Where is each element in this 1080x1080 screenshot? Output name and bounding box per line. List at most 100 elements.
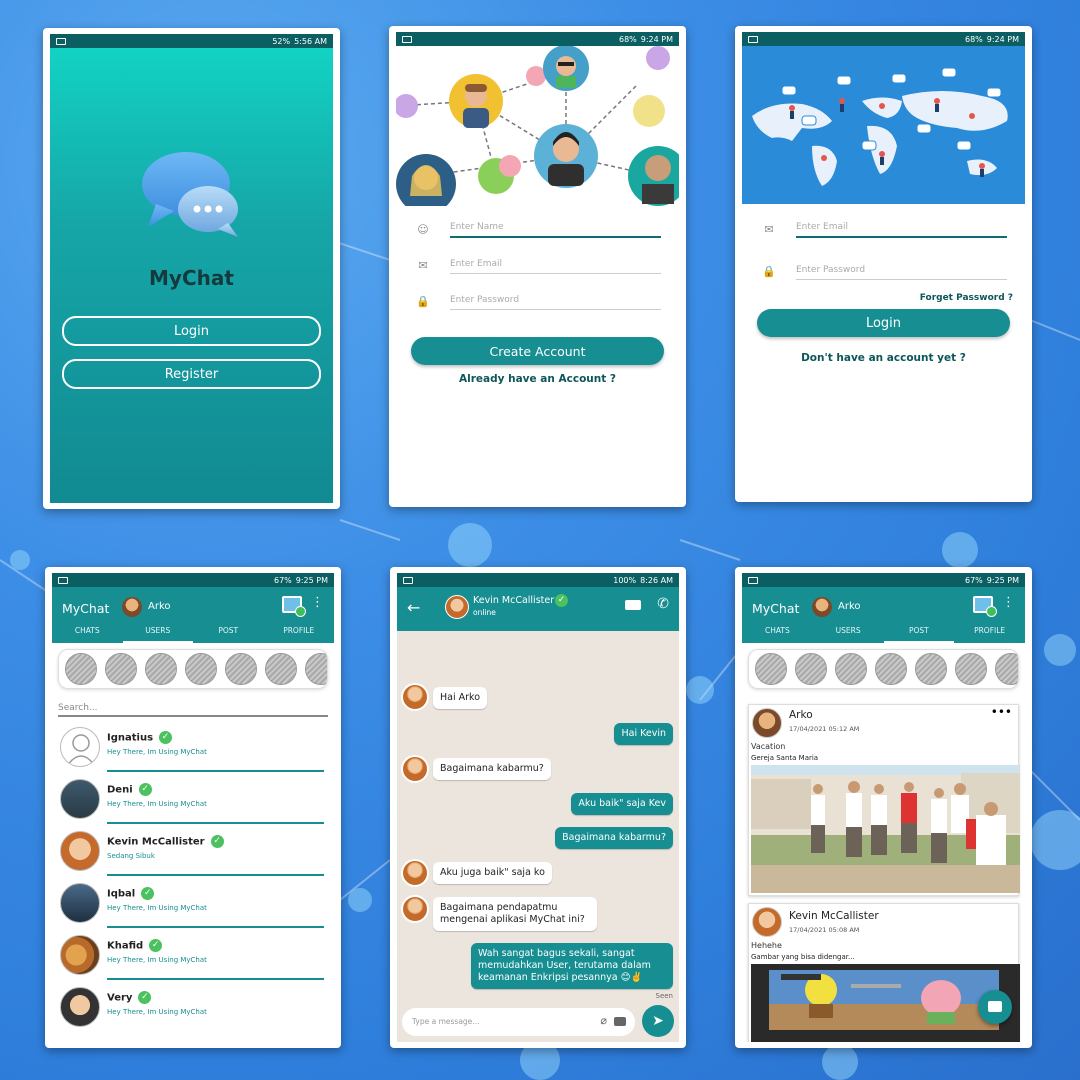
post-title: Hehehe — [751, 941, 782, 950]
more-vert-icon[interactable]: ⋮ — [311, 596, 324, 609]
tab-profile[interactable]: PROFILE — [954, 619, 1025, 643]
more-vert-icon[interactable]: ⋮ — [1002, 596, 1015, 609]
camera-icon[interactable] — [614, 1017, 626, 1026]
email-field[interactable]: ✉ Enter Email — [760, 212, 1007, 238]
user-name: Khafid — [107, 940, 144, 952]
list-item[interactable]: Ignatius ✓ Hey There, Im Using MyChat — [60, 721, 326, 773]
message-bubble: Bagaimana pendapatmu mengenai aplikasi M… — [433, 897, 597, 931]
seen-indicator: Seen — [655, 992, 674, 1000]
post-card[interactable]: Arko 17/04/2021 05:12 AM ••• Vacation Ge… — [748, 704, 1020, 896]
phone-chat: 100% 8:26 AM ← Kevin McCallister ✓ online… — [390, 567, 686, 1048]
list-item[interactable]: Deni ✓ Hey There, Im Using MyChat — [60, 773, 326, 825]
story-avatar[interactable] — [795, 653, 827, 685]
post-card[interactable]: Kevin McCallister 17/04/2021 05:08 AM He… — [748, 903, 1020, 1042]
post-author: Kevin McCallister — [789, 910, 879, 922]
story-avatar[interactable] — [305, 653, 327, 685]
list-item[interactable]: Very ✓ Hey There, Im Using MyChat — [60, 981, 326, 1033]
message-input[interactable]: Type a message... ⌀ — [402, 1008, 635, 1036]
avatar — [60, 935, 100, 975]
login-button[interactable]: Login — [757, 309, 1010, 337]
story-avatar[interactable] — [105, 653, 137, 685]
gallery-fab[interactable] — [978, 990, 1012, 1024]
password-field[interactable]: 🔒 Enter Password — [760, 254, 1007, 280]
chat-bubbles-icon — [142, 152, 238, 237]
phone-icon[interactable]: ✆ — [657, 596, 669, 612]
stories-row[interactable] — [748, 649, 1019, 689]
avatar — [60, 883, 100, 923]
avatar — [752, 708, 782, 738]
create-account-button[interactable]: Create Account — [411, 337, 664, 365]
already-have-account-link[interactable]: Already have an Account ? — [396, 373, 679, 385]
story-avatar[interactable] — [145, 653, 177, 685]
tab-post[interactable]: POST — [193, 619, 264, 643]
search-input[interactable]: Search... — [58, 703, 328, 717]
forget-password-link[interactable]: Forget Password ? — [920, 293, 1013, 303]
story-avatar[interactable] — [225, 653, 257, 685]
login-button[interactable]: Login — [62, 316, 321, 346]
tab-post[interactable]: POST — [883, 619, 955, 643]
tab-profile[interactable]: PROFILE — [264, 619, 335, 643]
story-avatar[interactable] — [755, 653, 787, 685]
app-bar: MyChat Arko ⋮ CHATS USERS POST PROFILE — [52, 587, 334, 643]
current-user-name: Arko — [838, 601, 861, 612]
verified-icon: ✓ — [149, 939, 163, 952]
mail-icon: ✉ — [764, 222, 774, 236]
story-avatar[interactable] — [65, 653, 97, 685]
avatar — [752, 907, 782, 937]
post-date: 17/04/2021 05:08 AM — [789, 926, 860, 934]
video-call-icon[interactable] — [625, 600, 641, 610]
image-icon — [988, 1001, 1002, 1012]
story-avatar[interactable] — [185, 653, 217, 685]
register-link[interactable]: Don't have an account yet ? — [742, 352, 1025, 364]
attach-icon[interactable]: ⌀ — [600, 1014, 607, 1027]
app-title: MyChat — [149, 266, 234, 290]
message-bubble: Bagaimana kabarmu? — [555, 827, 673, 849]
list-item[interactable]: Kevin McCallister ✓ Sedang Sibuk — [60, 825, 326, 877]
status-bar: 67% 9:25 PM — [742, 573, 1025, 587]
send-button[interactable]: ➤ — [642, 1005, 674, 1037]
email-field[interactable]: ✉ Enter Email — [414, 248, 661, 274]
story-avatar[interactable] — [265, 653, 297, 685]
story-avatar[interactable] — [875, 653, 907, 685]
face-icon: ☺ — [417, 222, 429, 236]
story-avatar[interactable] — [995, 653, 1018, 685]
app-title: MyChat — [752, 601, 800, 616]
message-list: Hai Arko Hai Kevin Bagaimana kabarmu? Ak… — [397, 631, 679, 1002]
message-bubble: Aku baik" saja Kev — [571, 793, 673, 815]
register-button[interactable]: Register — [62, 359, 321, 389]
tab-chats[interactable]: CHATS — [52, 619, 123, 643]
tab-users[interactable]: USERS — [122, 619, 193, 643]
list-item[interactable]: Khafid ✓ Hey There, Im Using MyChat — [60, 929, 326, 981]
verified-icon: ✓ — [138, 991, 152, 1004]
verified-icon: ✓ — [159, 731, 173, 744]
name-field[interactable]: ☺ Enter Name — [414, 212, 661, 238]
user-name: Kevin McCallister — [107, 836, 205, 848]
avatar — [60, 831, 100, 871]
password-field[interactable]: 🔒 Enter Password — [414, 284, 661, 310]
story-avatar[interactable] — [835, 653, 867, 685]
stories-row[interactable] — [58, 649, 328, 689]
avatar[interactable] — [812, 597, 832, 617]
gallery-icon[interactable] — [973, 596, 997, 617]
sim-icon — [748, 35, 758, 43]
story-avatar[interactable] — [955, 653, 987, 685]
phone-users: 67% 9:25 PM MyChat Arko ⋮ CHATS USERS POS… — [45, 567, 341, 1048]
avatar — [401, 895, 429, 923]
message-bubble: Hai Kevin — [614, 723, 673, 745]
post-author: Arko — [789, 709, 813, 721]
avatar[interactable] — [122, 597, 142, 617]
mail-icon: ✉ — [418, 258, 428, 272]
more-horiz-icon[interactable]: ••• — [991, 705, 1012, 719]
post-caption: Gereja Santa Maria — [751, 754, 819, 762]
back-arrow-icon[interactable]: ← — [407, 598, 420, 617]
tab-chats[interactable]: CHATS — [742, 619, 813, 643]
message-bubble: Bagaimana kabarmu? — [433, 758, 551, 780]
story-avatar[interactable] — [915, 653, 947, 685]
avatar[interactable] — [445, 595, 469, 619]
status-bar: 68% 9:24 PM — [742, 32, 1025, 46]
tab-users[interactable]: USERS — [813, 619, 884, 643]
status-bar: 100% 8:26 AM — [397, 573, 679, 587]
gallery-icon[interactable] — [282, 596, 306, 617]
list-item[interactable]: Iqbal ✓ Hey There, Im Using MyChat — [60, 877, 326, 929]
sim-icon — [56, 37, 66, 45]
